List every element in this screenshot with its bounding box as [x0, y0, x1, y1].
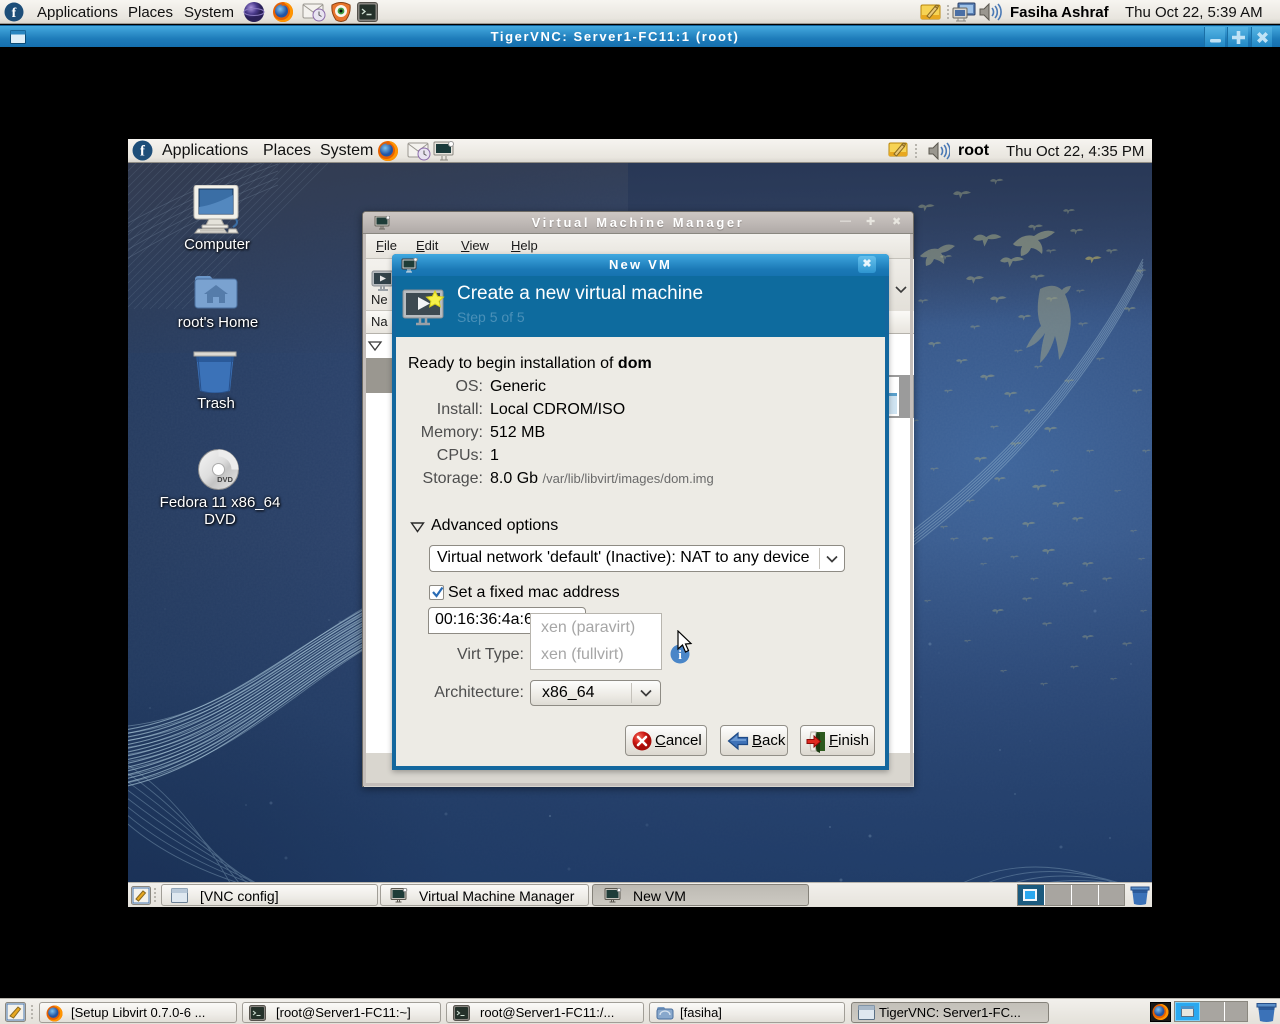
svg-text:f: f	[12, 6, 17, 21]
svg-text:DVD: DVD	[217, 475, 233, 484]
